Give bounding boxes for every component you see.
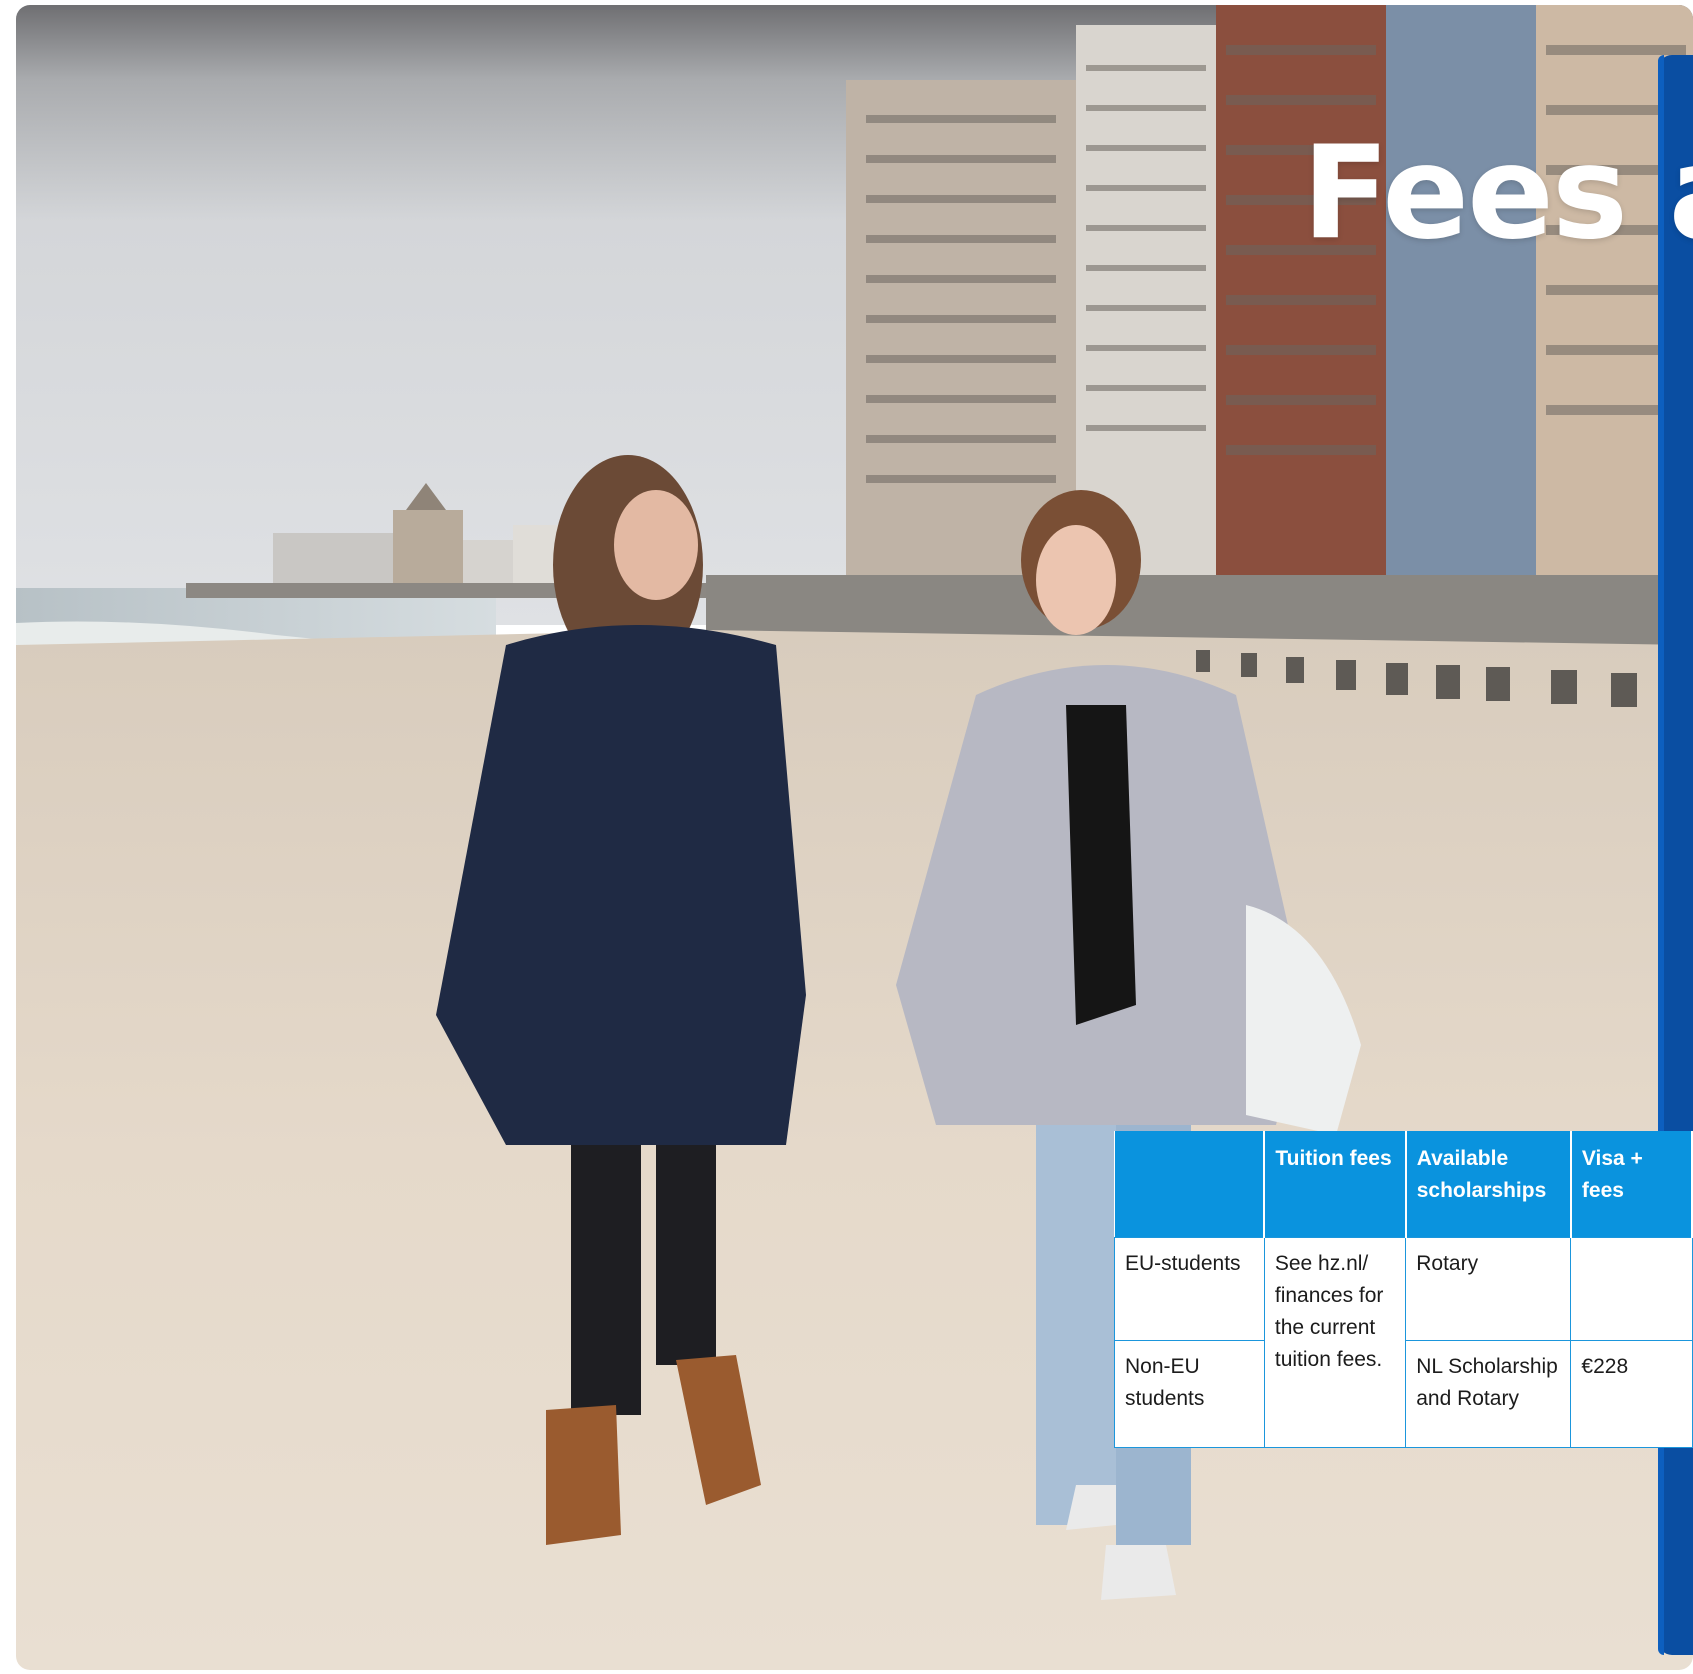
header-empty xyxy=(1114,1131,1266,1238)
page-title: Fees a xyxy=(1302,119,1693,268)
tuition-cell: See hz.nl/ finances for the current tuit… xyxy=(1263,1237,1407,1448)
table-header-row: Tuition fees Available scholarships Visa… xyxy=(1114,1131,1693,1238)
header-tuition-fees: Tuition fees xyxy=(1264,1131,1407,1238)
row-group-label: Non-EU students xyxy=(1114,1340,1265,1448)
header-visa-fees: Visa + fees xyxy=(1570,1131,1693,1238)
table-row: EU-students See hz.nl/ finances for the … xyxy=(1114,1237,1693,1448)
scholarship-cell: Rotary xyxy=(1405,1237,1572,1341)
scholarship-cell: NL Scholarship and Rotary xyxy=(1405,1340,1572,1448)
row-group-label: EU-students xyxy=(1114,1237,1265,1341)
fees-table: Tuition fees Available scholarships Visa… xyxy=(1114,1131,1693,1448)
visa-cell xyxy=(1570,1237,1693,1341)
brochure-page: Fees a Tuition fees Available scholarshi… xyxy=(0,0,1693,1674)
header-available-scholarships: Available scholarships xyxy=(1405,1131,1572,1238)
visa-cell: €228 xyxy=(1570,1340,1693,1448)
